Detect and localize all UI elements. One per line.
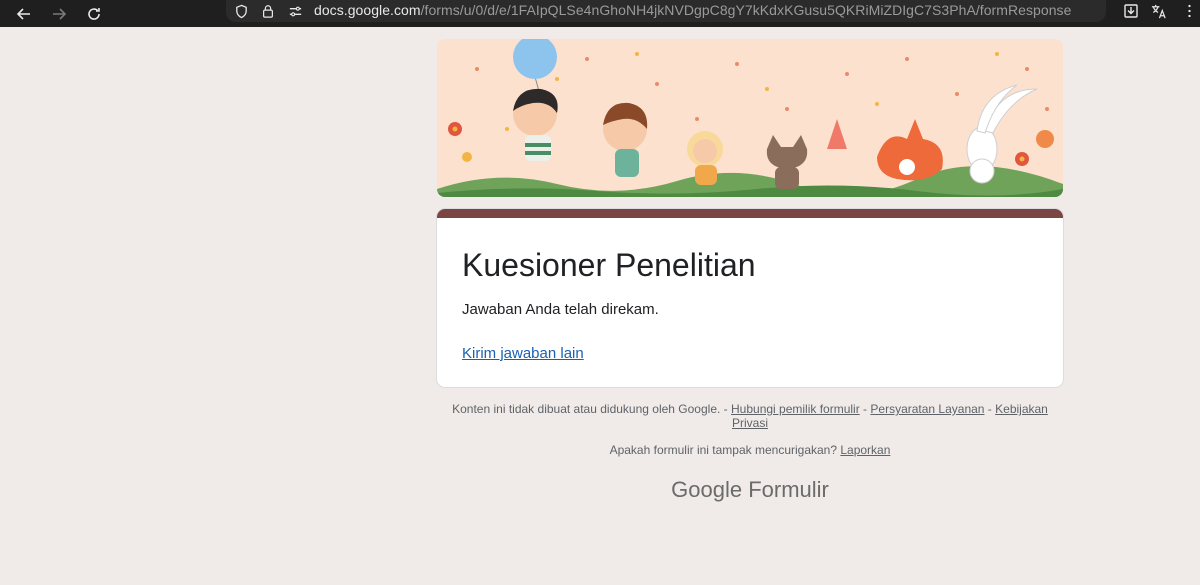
translate-icon — [1151, 4, 1166, 18]
browser-toolbar: docs.google.com/forms/u/0/d/e/1FAIpQLSe4… — [0, 0, 1200, 27]
disclaimer-text: Konten ini tidak dibuat atau didukung ol… — [452, 402, 731, 416]
theme-color-bar — [437, 209, 1063, 218]
confirmation-message: Jawaban Anda telah direkam. — [462, 301, 659, 318]
arrow-left-icon — [16, 7, 30, 20]
header-banner-image — [437, 39, 1063, 197]
lock-icon[interactable] — [259, 2, 277, 20]
contact-owner-link[interactable]: Hubungi pemilik formulir — [731, 402, 860, 416]
separator: - — [859, 402, 871, 416]
more-vert-icon — [1187, 4, 1191, 18]
report-abuse-line: Apakah formulir ini tampak mencurigakan?… — [437, 443, 1063, 457]
forms-wordmark: Formulir — [748, 477, 829, 502]
menu-button[interactable] — [1178, 0, 1200, 22]
download-button[interactable] — [1120, 0, 1142, 22]
back-button[interactable] — [9, 0, 39, 27]
terms-of-service-link[interactable]: Persyaratan Layanan — [870, 402, 984, 416]
translate-button[interactable] — [1147, 0, 1169, 22]
separator: - — [984, 402, 996, 416]
arrow-right-icon — [53, 7, 67, 20]
address-bar[interactable]: docs.google.com/forms/u/0/d/e/1FAIpQLSe4… — [226, 0, 1106, 22]
forward-button[interactable] — [44, 0, 74, 27]
shield-icon[interactable] — [232, 2, 250, 20]
google-forms-logo[interactable]: Google Formulir — [437, 476, 1063, 504]
form-card: Kuesioner Penelitian Jawaban Anda telah … — [437, 209, 1063, 387]
reload-button[interactable] — [79, 0, 109, 27]
form-title: Kuesioner Penelitian — [462, 247, 756, 283]
reload-icon — [88, 7, 100, 20]
footer-disclaimer: Konten ini tidak dibuat atau didukung ol… — [437, 402, 1063, 430]
submit-another-response-link[interactable]: Kirim jawaban lain — [462, 344, 584, 364]
url-path: /forms/u/0/d/e/1FAIpQLSe4nGhoNH4jkNVDgpC… — [420, 2, 1072, 18]
suspicious-text: Apakah formulir ini tampak mencurigakan? — [609, 443, 841, 457]
url-text[interactable]: docs.google.com/forms/u/0/d/e/1FAIpQLSe4… — [314, 2, 1071, 18]
site-settings-icon[interactable] — [286, 2, 304, 20]
url-host: docs.google.com — [314, 2, 421, 18]
google-wordmark: Google — [671, 477, 743, 502]
download-icon — [1124, 4, 1138, 18]
report-link[interactable]: Laporkan — [840, 443, 890, 457]
